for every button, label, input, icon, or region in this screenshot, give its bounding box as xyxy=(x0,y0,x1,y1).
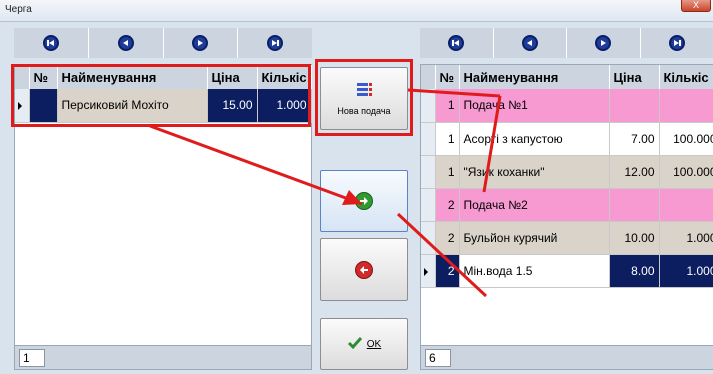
cell-name[interactable]: Подача №1 xyxy=(459,89,610,123)
cell-qty[interactable]: 1.000 xyxy=(659,221,713,255)
row-selector[interactable] xyxy=(421,221,436,255)
cell-qty[interactable]: 100.000 xyxy=(659,155,713,189)
cell-qty[interactable]: 1.000 xyxy=(257,89,312,123)
ok-button[interactable]: OK xyxy=(320,318,408,370)
last-record-icon xyxy=(267,35,284,51)
left-navigator xyxy=(14,28,312,58)
column-header-qty[interactable]: Кількіс xyxy=(659,65,713,89)
column-header-price[interactable]: Ціна xyxy=(609,65,660,89)
cell-price[interactable]: 12.00 xyxy=(609,155,660,189)
table-row[interactable]: 2 Подача №2 xyxy=(421,188,713,222)
cell-price[interactable]: 7.00 xyxy=(609,122,660,156)
left-last-button[interactable] xyxy=(238,28,312,58)
left-grid: № Найменування Ціна Кількіс Персиковий М… xyxy=(15,65,312,123)
arrow-left-icon xyxy=(355,260,373,279)
cell-price[interactable] xyxy=(609,188,660,222)
left-prev-button[interactable] xyxy=(89,28,164,58)
cell-name[interactable]: Мін.вода 1.5 xyxy=(459,254,610,288)
right-navigator xyxy=(420,28,713,58)
move-right-button[interactable] xyxy=(320,170,408,232)
right-status-bar: 6 xyxy=(421,345,713,369)
row-selector[interactable] xyxy=(421,89,436,123)
first-record-icon xyxy=(42,35,59,51)
cell-name[interactable]: "Язик коханки" xyxy=(459,155,610,189)
left-next-button[interactable] xyxy=(164,28,239,58)
last-record-icon xyxy=(668,35,685,51)
row-selector[interactable] xyxy=(421,188,436,222)
cell-no[interactable]: 2 xyxy=(435,254,460,288)
left-grid-panel: № Найменування Ціна Кількіс Персиковий М… xyxy=(14,64,312,370)
table-row[interactable]: 1 Подача №1 xyxy=(421,89,713,123)
cell-qty[interactable] xyxy=(659,188,713,222)
next-record-icon xyxy=(192,35,209,51)
title-bar: Черга X xyxy=(0,0,713,22)
table-row[interactable]: Персиковий Мохіто 15.00 1.000 xyxy=(15,89,312,123)
right-prev-button[interactable] xyxy=(494,28,567,58)
column-header-no[interactable]: № xyxy=(29,65,58,89)
cell-no[interactable]: 2 xyxy=(435,221,460,255)
column-header-no[interactable]: № xyxy=(435,65,460,89)
close-button[interactable]: X xyxy=(681,0,711,12)
row-selector[interactable] xyxy=(15,89,30,123)
table-row[interactable]: 1 Асорті з капустою 7.00 100.000 xyxy=(421,122,713,156)
first-record-icon xyxy=(448,35,465,51)
new-serving-button[interactable]: Нова подача xyxy=(320,67,408,130)
checkmark-icon xyxy=(347,336,363,353)
window-title: Черга xyxy=(5,4,32,15)
cell-price[interactable]: 8.00 xyxy=(609,254,660,288)
table-row-selected[interactable]: 2 Мін.вода 1.5 8.00 1.000 xyxy=(421,254,713,288)
list-icon xyxy=(355,81,373,102)
right-first-button[interactable] xyxy=(420,28,494,58)
row-selector[interactable] xyxy=(421,155,436,189)
right-grid-panel: № Найменування Ціна Кількіс 1 Подача №1 … xyxy=(420,64,713,370)
left-first-button[interactable] xyxy=(14,28,89,58)
cell-no[interactable]: 1 xyxy=(435,155,460,189)
cell-price[interactable] xyxy=(609,89,660,123)
prev-record-icon xyxy=(117,35,134,51)
table-row[interactable]: 1 "Язик коханки" 12.00 100.000 xyxy=(421,155,713,189)
cell-price[interactable]: 10.00 xyxy=(609,221,660,255)
cell-qty[interactable] xyxy=(659,89,713,123)
new-serving-label: Нова подача xyxy=(337,106,391,116)
column-header-qty[interactable]: Кількіс xyxy=(257,65,312,89)
column-header-price[interactable]: Ціна xyxy=(207,65,258,89)
right-last-button[interactable] xyxy=(641,28,713,58)
left-status-bar: 1 xyxy=(15,345,311,369)
cell-no[interactable]: 1 xyxy=(435,89,460,123)
cell-no[interactable]: 2 xyxy=(435,188,460,222)
cell-name[interactable]: Персиковий Мохіто xyxy=(57,89,208,123)
row-selector[interactable] xyxy=(421,254,436,288)
right-record-count: 6 xyxy=(425,349,451,367)
move-left-button[interactable] xyxy=(320,238,408,301)
cell-no[interactable] xyxy=(29,89,58,123)
prev-record-icon xyxy=(521,35,538,51)
column-header-name[interactable]: Найменування xyxy=(57,65,208,89)
right-next-button[interactable] xyxy=(567,28,641,58)
row-selector[interactable] xyxy=(421,122,436,156)
right-grid: № Найменування Ціна Кількіс 1 Подача №1 … xyxy=(421,65,713,288)
cell-name[interactable]: Подача №2 xyxy=(459,188,610,222)
column-header-name[interactable]: Найменування xyxy=(459,65,610,89)
cell-no[interactable]: 1 xyxy=(435,122,460,156)
cell-qty[interactable]: 1.000 xyxy=(659,254,713,288)
cell-qty[interactable]: 100.000 xyxy=(659,122,713,156)
table-row[interactable]: 2 Бульйон курячий 10.00 1.000 xyxy=(421,221,713,255)
cell-name[interactable]: Бульйон курячий xyxy=(459,221,610,255)
ok-label: OK xyxy=(366,338,382,350)
left-record-count: 1 xyxy=(19,349,45,367)
row-indicator-header xyxy=(15,65,30,89)
cell-price[interactable]: 15.00 xyxy=(207,89,258,123)
cell-name[interactable]: Асорті з капустою xyxy=(459,122,610,156)
arrow-right-icon xyxy=(355,192,373,210)
row-indicator-header xyxy=(421,65,436,89)
next-record-icon xyxy=(595,35,612,51)
